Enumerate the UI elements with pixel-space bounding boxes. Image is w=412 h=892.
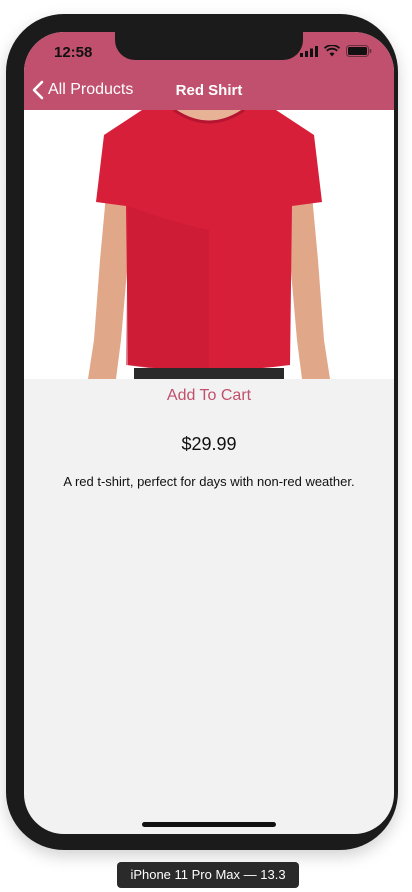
status-icons: [300, 45, 372, 57]
simulator-label: iPhone 11 Pro Max — 13.3: [117, 862, 299, 888]
add-to-cart-button[interactable]: Add To Cart: [24, 387, 394, 405]
product-description: A red t-shirt, perfect for days with non…: [63, 474, 355, 489]
status-time: 12:58: [54, 44, 93, 61]
volume-down-button: [6, 244, 12, 300]
mute-switch: [6, 122, 12, 154]
notch: [115, 32, 303, 60]
volume-up-button: [6, 178, 12, 234]
page-title: Red Shirt: [175, 82, 243, 99]
wifi-icon: [324, 45, 340, 57]
home-indicator[interactable]: [142, 822, 276, 827]
app-screen: 12:58 All Products Red Shirt Add To Cart…: [24, 32, 394, 834]
product-price: $29.99: [181, 434, 237, 454]
signal-icon: [300, 45, 318, 57]
product-image: [24, 110, 394, 379]
red-tshirt-photo: [24, 110, 394, 379]
battery-icon: [346, 45, 372, 57]
